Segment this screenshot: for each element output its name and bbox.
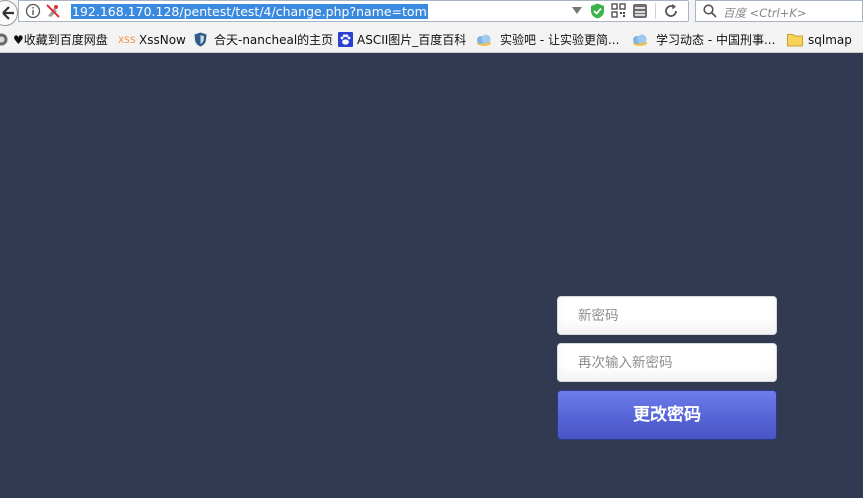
cloud-icon [475, 32, 493, 47]
bookmarks-bar: ♥收藏到百度网盘 XSS XssNow 合天-nancheal的主页 ASCII… [0, 26, 863, 53]
shield-icon [193, 32, 208, 47]
bookmark-label: 合天-nancheal的主页 [214, 33, 334, 47]
bookmark-label: sqlmap [808, 32, 852, 47]
bookmark-label: 学习动态 - 中国刑事... [656, 33, 776, 47]
address-bar[interactable]: 192.168.170.128/pentest/test/4/change.ph… [18, 0, 689, 22]
shield-check-icon[interactable] [590, 3, 605, 19]
browser-toolbar: 192.168.170.128/pentest/test/4/change.ph… [0, 0, 863, 26]
bookmark-hetian[interactable]: 合天-nancheal的主页 [193, 31, 333, 48]
urlbar-separator [655, 3, 656, 19]
confirm-password-field [557, 343, 777, 382]
back-arrow-icon [2, 6, 14, 20]
insecure-content-icon[interactable] [45, 3, 61, 19]
bookmark-ascii-baike[interactable]: ASCII图片_百度百科 [338, 31, 466, 48]
info-icon[interactable] [25, 3, 41, 19]
xss-icon: XSS [118, 32, 136, 47]
cloud-icon [631, 32, 649, 47]
change-password-button[interactable]: 更改密码 [557, 390, 777, 440]
bookmark-study-news[interactable]: 学习动态 - 中国刑事... [631, 31, 775, 48]
url-dropdown-icon[interactable] [572, 7, 582, 15]
bookmark-sqlmap[interactable]: sqlmap [787, 31, 852, 48]
url-text[interactable]: 192.168.170.128/pentest/test/4/change.ph… [71, 4, 428, 19]
bookmark-label: ♥收藏到百度网盘 [13, 33, 108, 47]
new-password-field [557, 296, 777, 335]
qr-code-icon[interactable] [611, 3, 626, 18]
new-password-input[interactable] [558, 297, 776, 334]
bookmark-label: XssNow [139, 32, 186, 47]
search-bar[interactable]: 百度 <Ctrl+K> [695, 0, 863, 22]
bookmark-shiyanba[interactable]: 实验吧 - 让实验更简... [475, 31, 619, 48]
back-button[interactable] [0, 0, 18, 26]
reader-mode-icon[interactable] [632, 3, 648, 19]
bookmark-label: 实验吧 - 让实验更简... [500, 33, 620, 47]
svg-text:XSS: XSS [118, 36, 136, 46]
confirm-password-input[interactable] [558, 344, 776, 381]
globe-icon [0, 32, 9, 47]
baidu-paw-icon [338, 32, 353, 47]
search-icon [703, 4, 717, 18]
folder-icon [787, 32, 803, 47]
bookmark-xssnow[interactable]: XSS XssNow [118, 31, 186, 48]
search-placeholder: 百度 <Ctrl+K> [723, 6, 807, 20]
reload-icon[interactable] [663, 3, 679, 19]
bookmark-baidu-netdisk[interactable]: ♥收藏到百度网盘 [0, 31, 108, 48]
bookmark-label: ASCII图片_百度百科 [357, 33, 467, 47]
